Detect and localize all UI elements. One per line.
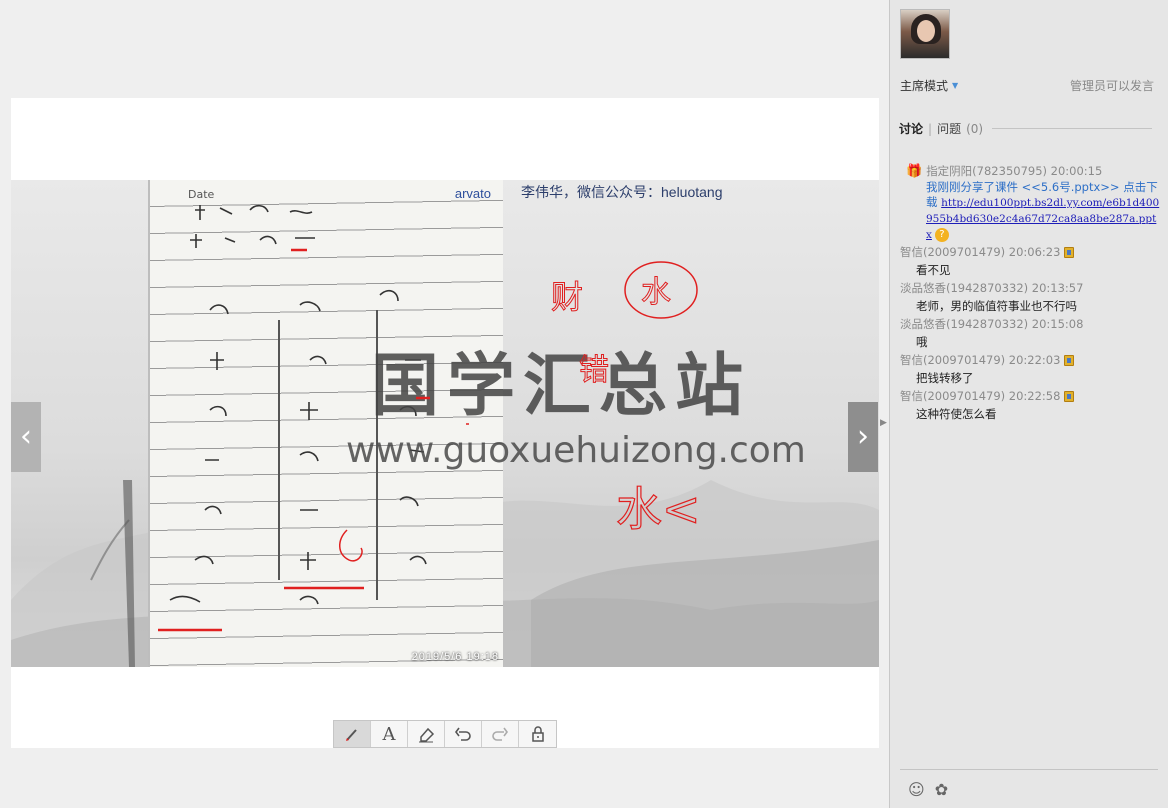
side-panel: 主席模式 ▼ 管理员可以发言 讨论 | 问题 (0) 🎁 指定阴阳(782350…	[889, 0, 1168, 808]
download-link[interactable]: http://edu100ppt.bs2dl.yy.com/e6b1d40095…	[926, 197, 1159, 241]
eraser-icon	[419, 727, 435, 743]
message-text: 这种符使怎么看	[916, 407, 997, 421]
pen-annotations: 财 水 错 水<	[158, 248, 701, 632]
chat-message: 智信(2009701479) 20:22:58 这种符使怎么看	[900, 387, 1160, 423]
message-text: 老师，男的临值符事业也不行吗	[916, 299, 1077, 313]
chat-message: 智信(2009701479) 20:22:03 把钱转移了	[900, 351, 1160, 387]
annotation-text: 错	[579, 353, 609, 388]
annotation-text: 财	[551, 278, 583, 316]
settings-icon[interactable]: ✿	[935, 780, 948, 799]
mode-label: 主席模式	[900, 79, 949, 93]
speaking-permission-status: 管理员可以发言	[1069, 79, 1154, 93]
chat-message: 智信(2009701479) 20:06:23 看不见	[900, 243, 1160, 279]
previous-slide-button[interactable]: ‹	[11, 402, 41, 472]
tab-separator: |	[928, 121, 933, 136]
next-slide-button[interactable]: ›	[848, 402, 878, 472]
message-sender[interactable]: 智信(2009701479) 20:22:58	[900, 388, 1060, 404]
presentation-stage: Date arvato 2019/5/6 19:18 李伟华，微信公众号：hel…	[0, 0, 889, 808]
questions-count: (0)	[966, 121, 984, 136]
undo-icon	[455, 727, 471, 741]
slide-canvas[interactable]: Date arvato 2019/5/6 19:18 李伟华，微信公众号：hel…	[11, 98, 879, 748]
message-sender[interactable]: 智信(2009701479) 20:06:23	[900, 244, 1060, 260]
drawing-toolbar: A	[333, 720, 557, 748]
chat-message: 淡品悠香(1942870332) 20:13:57 老师，男的临值符事业也不行吗	[900, 279, 1160, 315]
brush-tool-button[interactable]	[334, 721, 371, 747]
chat-message-system: 🎁 指定阴阳(782350795) 20:00:15 我刚刚分享了课件 <<5.…	[906, 162, 1160, 243]
annotation-text: 水<	[616, 482, 701, 536]
chevron-left-icon: ‹	[20, 419, 32, 454]
user-badge-icon	[1064, 354, 1075, 366]
tab-questions[interactable]: 问题	[937, 120, 961, 137]
brush-icon	[346, 729, 357, 741]
presenter-avatar[interactable]	[900, 9, 950, 59]
chat-messages: 🎁 指定阴阳(782350795) 20:00:15 我刚刚分享了课件 <<5.…	[900, 162, 1160, 423]
panel-footer: ☺ ✿	[900, 769, 1158, 808]
mode-dropdown[interactable]: 主席模式 ▼	[900, 77, 958, 94]
message-text: 我刚刚分享了课件 <<5.6号.pptx>> 点击下载 http://edu10…	[910, 180, 1160, 243]
undo-button[interactable]	[445, 721, 482, 747]
message-text: 看不见	[916, 263, 951, 277]
text-tool-button[interactable]: A	[371, 721, 408, 747]
gift-icon: 🎁	[906, 163, 923, 179]
text-tool-icon: A	[382, 723, 396, 745]
message-sender[interactable]: 淡品悠香(1942870332) 20:15:08	[900, 316, 1083, 332]
tab-discussion[interactable]: 讨论	[899, 120, 923, 137]
message-text: 把钱转移了	[916, 371, 974, 385]
message-text: 哦	[916, 335, 928, 349]
user-badge-icon	[1064, 246, 1075, 258]
message-sender: 指定阴阳(782350795) 20:00:15	[926, 164, 1103, 178]
annotation-text: 水	[641, 275, 671, 310]
user-badge-icon	[1064, 390, 1075, 402]
emoji-icon[interactable]: ☺	[908, 780, 925, 799]
help-icon[interactable]: ?	[934, 227, 949, 242]
panel-collapse-handle[interactable]: ▶	[880, 418, 887, 428]
chat-tabs: 讨论 | 问题 (0)	[899, 120, 1153, 137]
chevron-right-icon: ›	[857, 419, 869, 454]
lock-icon	[531, 726, 544, 742]
message-sender[interactable]: 淡品悠香(1942870332) 20:13:57	[900, 280, 1083, 296]
divider	[992, 128, 1153, 129]
redo-icon	[492, 727, 508, 741]
slide-image: Date arvato 2019/5/6 19:18 李伟华，微信公众号：hel…	[11, 180, 879, 667]
redo-button[interactable]	[482, 721, 519, 747]
message-sender[interactable]: 智信(2009701479) 20:22:03	[900, 352, 1060, 368]
eraser-tool-button[interactable]	[408, 721, 445, 747]
lock-button[interactable]	[519, 721, 556, 747]
message-list: 智信(2009701479) 20:06:23 看不见淡品悠香(194287033…	[900, 243, 1160, 423]
chat-message: 淡品悠香(1942870332) 20:15:08 哦	[900, 315, 1160, 351]
chevron-down-icon: ▼	[952, 81, 959, 90]
